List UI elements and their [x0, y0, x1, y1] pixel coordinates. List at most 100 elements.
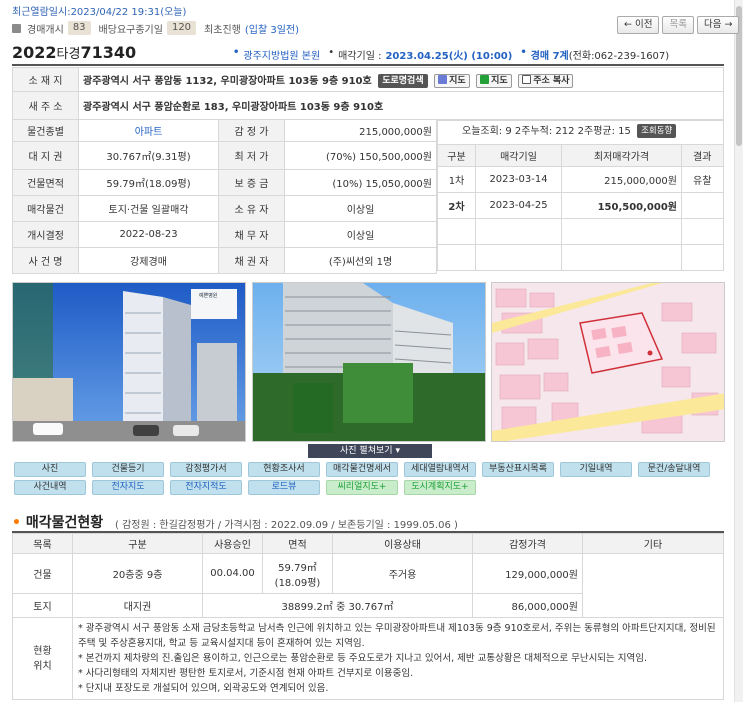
divider	[12, 64, 724, 66]
goods-building-area: 59.79㎡ (18.09평)	[262, 553, 333, 594]
copy-address-button[interactable]: 주소 복사	[518, 73, 574, 88]
naver-map-icon	[480, 74, 490, 84]
link-documents[interactable]: 문건/송달내역	[638, 462, 710, 477]
views-stats: 오늘조회: 9 2주누적: 212 2주평균: 15 조회동향	[437, 120, 724, 144]
row-label: 채 권 자	[218, 247, 285, 274]
history-header: 구분	[437, 144, 476, 167]
history-round: 1차	[437, 166, 476, 193]
owner: 이상일	[284, 195, 437, 222]
goods-land-price: 86,000,000원	[472, 593, 583, 618]
goods-table: 목록 구분 사용승인 면적 이용상태 감정가격 기타 건물 20층중 9층 00…	[12, 533, 724, 700]
history-empty	[475, 218, 562, 245]
chevron-down-icon: ▾	[395, 446, 400, 456]
sale-date-label: 매각기일 :	[338, 51, 382, 62]
section-title-text: 매각물건현황	[25, 515, 104, 531]
map-label-1: 지도	[449, 75, 466, 86]
goods-header: 목록	[12, 533, 73, 554]
goods-header: 사용승인	[202, 533, 263, 554]
last-viewed: 최근열람일시:2023/04/22 19:31(오늘)	[12, 7, 187, 18]
prev-button[interactable]: ← 이전	[617, 16, 660, 34]
address: 광주광역시 서구 풍암동 1132, 우미광장아파트 103동 9층 910호	[83, 75, 372, 87]
creditor: (주)씨선외 1명	[284, 247, 437, 274]
photo-exterior-2[interactable]	[252, 282, 486, 442]
row-label: 채 무 자	[218, 221, 285, 248]
status-location-label: 현황위치	[12, 617, 73, 700]
row-label: 감 정 가	[218, 119, 285, 142]
building-area: 59.79㎡(18.09평)	[78, 169, 219, 196]
deposit: (10%) 15,050,000원	[284, 169, 437, 196]
link-survey[interactable]: 현황조사서	[248, 462, 320, 477]
area-pyeong: (18.09평)	[274, 577, 321, 589]
goods-header: 감정가격	[472, 533, 583, 554]
next-button[interactable]: 다음 →	[696, 16, 740, 34]
sign-text: 예쁜병원	[199, 292, 218, 299]
link-household[interactable]: 세대열람내역서	[404, 462, 476, 477]
link-e-map[interactable]: 전자지도	[92, 480, 164, 495]
view-all-label: 사진 펼쳐보기	[340, 446, 393, 456]
case-year: 2022	[12, 43, 57, 62]
history-price: 215,000,000원	[561, 166, 682, 193]
link-serial-map[interactable]: 씨리얼지도+	[326, 480, 398, 495]
history-empty	[561, 218, 682, 245]
link-case-history[interactable]: 사건내역	[14, 480, 86, 495]
link-property-list[interactable]: 부동산표시목록	[482, 462, 554, 477]
goods-building-kind: 20층중 9층	[72, 553, 203, 594]
link-city-plan-map[interactable]: 도시계획지도+	[404, 480, 476, 495]
map-icon	[438, 74, 448, 84]
views-trend-button[interactable]: 조회동향	[637, 124, 677, 138]
address-label: 소 재 지	[12, 67, 79, 92]
photo-map[interactable]	[491, 282, 725, 442]
location-label: 위치	[33, 661, 52, 672]
dept: 경매 7계	[530, 51, 569, 62]
building-photo-1: 예쁜병원	[13, 283, 245, 441]
history-result: 유찰	[681, 166, 724, 193]
property-type[interactable]: 아파트	[78, 119, 219, 142]
row-label: 대 지 권	[12, 141, 79, 170]
sale-date: 2023.04.25(火) (10:00)	[385, 51, 513, 62]
scrollbar[interactable]	[734, 0, 743, 702]
view-all-photos-button[interactable]: 사진 펼쳐보기 ▾	[308, 444, 432, 458]
copy-icon	[522, 74, 532, 84]
link-specification[interactable]: 매각물건명세서	[326, 462, 398, 477]
list-button[interactable]: 목록	[662, 16, 694, 34]
status-prefix: 최초진행	[204, 24, 241, 36]
link-registry[interactable]: 건물등기	[92, 462, 164, 477]
stat-label-deadline: 배당요구종기일	[98, 24, 163, 36]
link-appraisal[interactable]: 감정평가서	[170, 462, 242, 477]
case-type: 타경	[56, 47, 81, 62]
section-meta: ( 감정원 : 한길감정평가 / 가격시점 : 2022.09.09 / 보존등…	[115, 520, 458, 531]
case-name: 강제경매	[78, 247, 219, 274]
copy-label: 주소 복사	[533, 75, 570, 86]
status-link[interactable]: (입찰 3일전)	[245, 21, 299, 36]
land-rights: 30.767㎡(9.31평)	[78, 141, 219, 170]
nav-buttons: ← 이전 목록 다음 →	[617, 16, 740, 34]
history-empty	[437, 244, 476, 271]
photo-exterior-1[interactable]: 예쁜병원	[12, 282, 246, 442]
status-label: 현황	[33, 646, 52, 657]
info-table: 소 재 지 광주광역시 서구 풍암동 1132, 우미광장아파트 103동 9층…	[12, 67, 724, 274]
stat-value-deadline: 120	[166, 21, 197, 35]
link-roadview[interactable]: 로드뷰	[248, 480, 320, 495]
history-price: 150,500,000원	[561, 192, 682, 219]
history-result	[681, 192, 724, 219]
map-label-2: 지도	[491, 75, 508, 86]
location-description: * 광주광역시 서구 풍암동 소재 금당초등학교 남서측 인근에 위치하고 있는…	[72, 617, 724, 700]
link-e-cadastral[interactable]: 전자지적도	[170, 480, 242, 495]
row-label: 매각물건	[12, 195, 79, 222]
link-photo[interactable]: 사진	[14, 462, 86, 477]
map-button-2[interactable]: 지도	[476, 73, 512, 88]
history-header: 결과	[681, 144, 724, 167]
goods-header: 면적	[262, 533, 333, 554]
section-title: • 매각물건현황	[12, 515, 104, 531]
court-name[interactable]: 광주지방법원 본원	[243, 47, 320, 62]
goods-land-kind: 대지권	[72, 593, 203, 618]
desc-line: * 광주광역시 서구 풍암동 소재 금당초등학교 남서측 인근에 위치하고 있는…	[78, 623, 716, 649]
history-empty	[681, 218, 724, 245]
row-label: 보 증 금	[218, 169, 285, 196]
road-search-button[interactable]: 도로명검색	[378, 73, 428, 88]
minimum-price: (70%) 150,500,000원	[284, 141, 437, 170]
map-button-1[interactable]: 지도	[434, 73, 470, 88]
debtor: 이상일	[284, 221, 437, 248]
link-dates[interactable]: 기일내역	[560, 462, 632, 477]
stat-label-start: 경매개시	[27, 24, 64, 36]
